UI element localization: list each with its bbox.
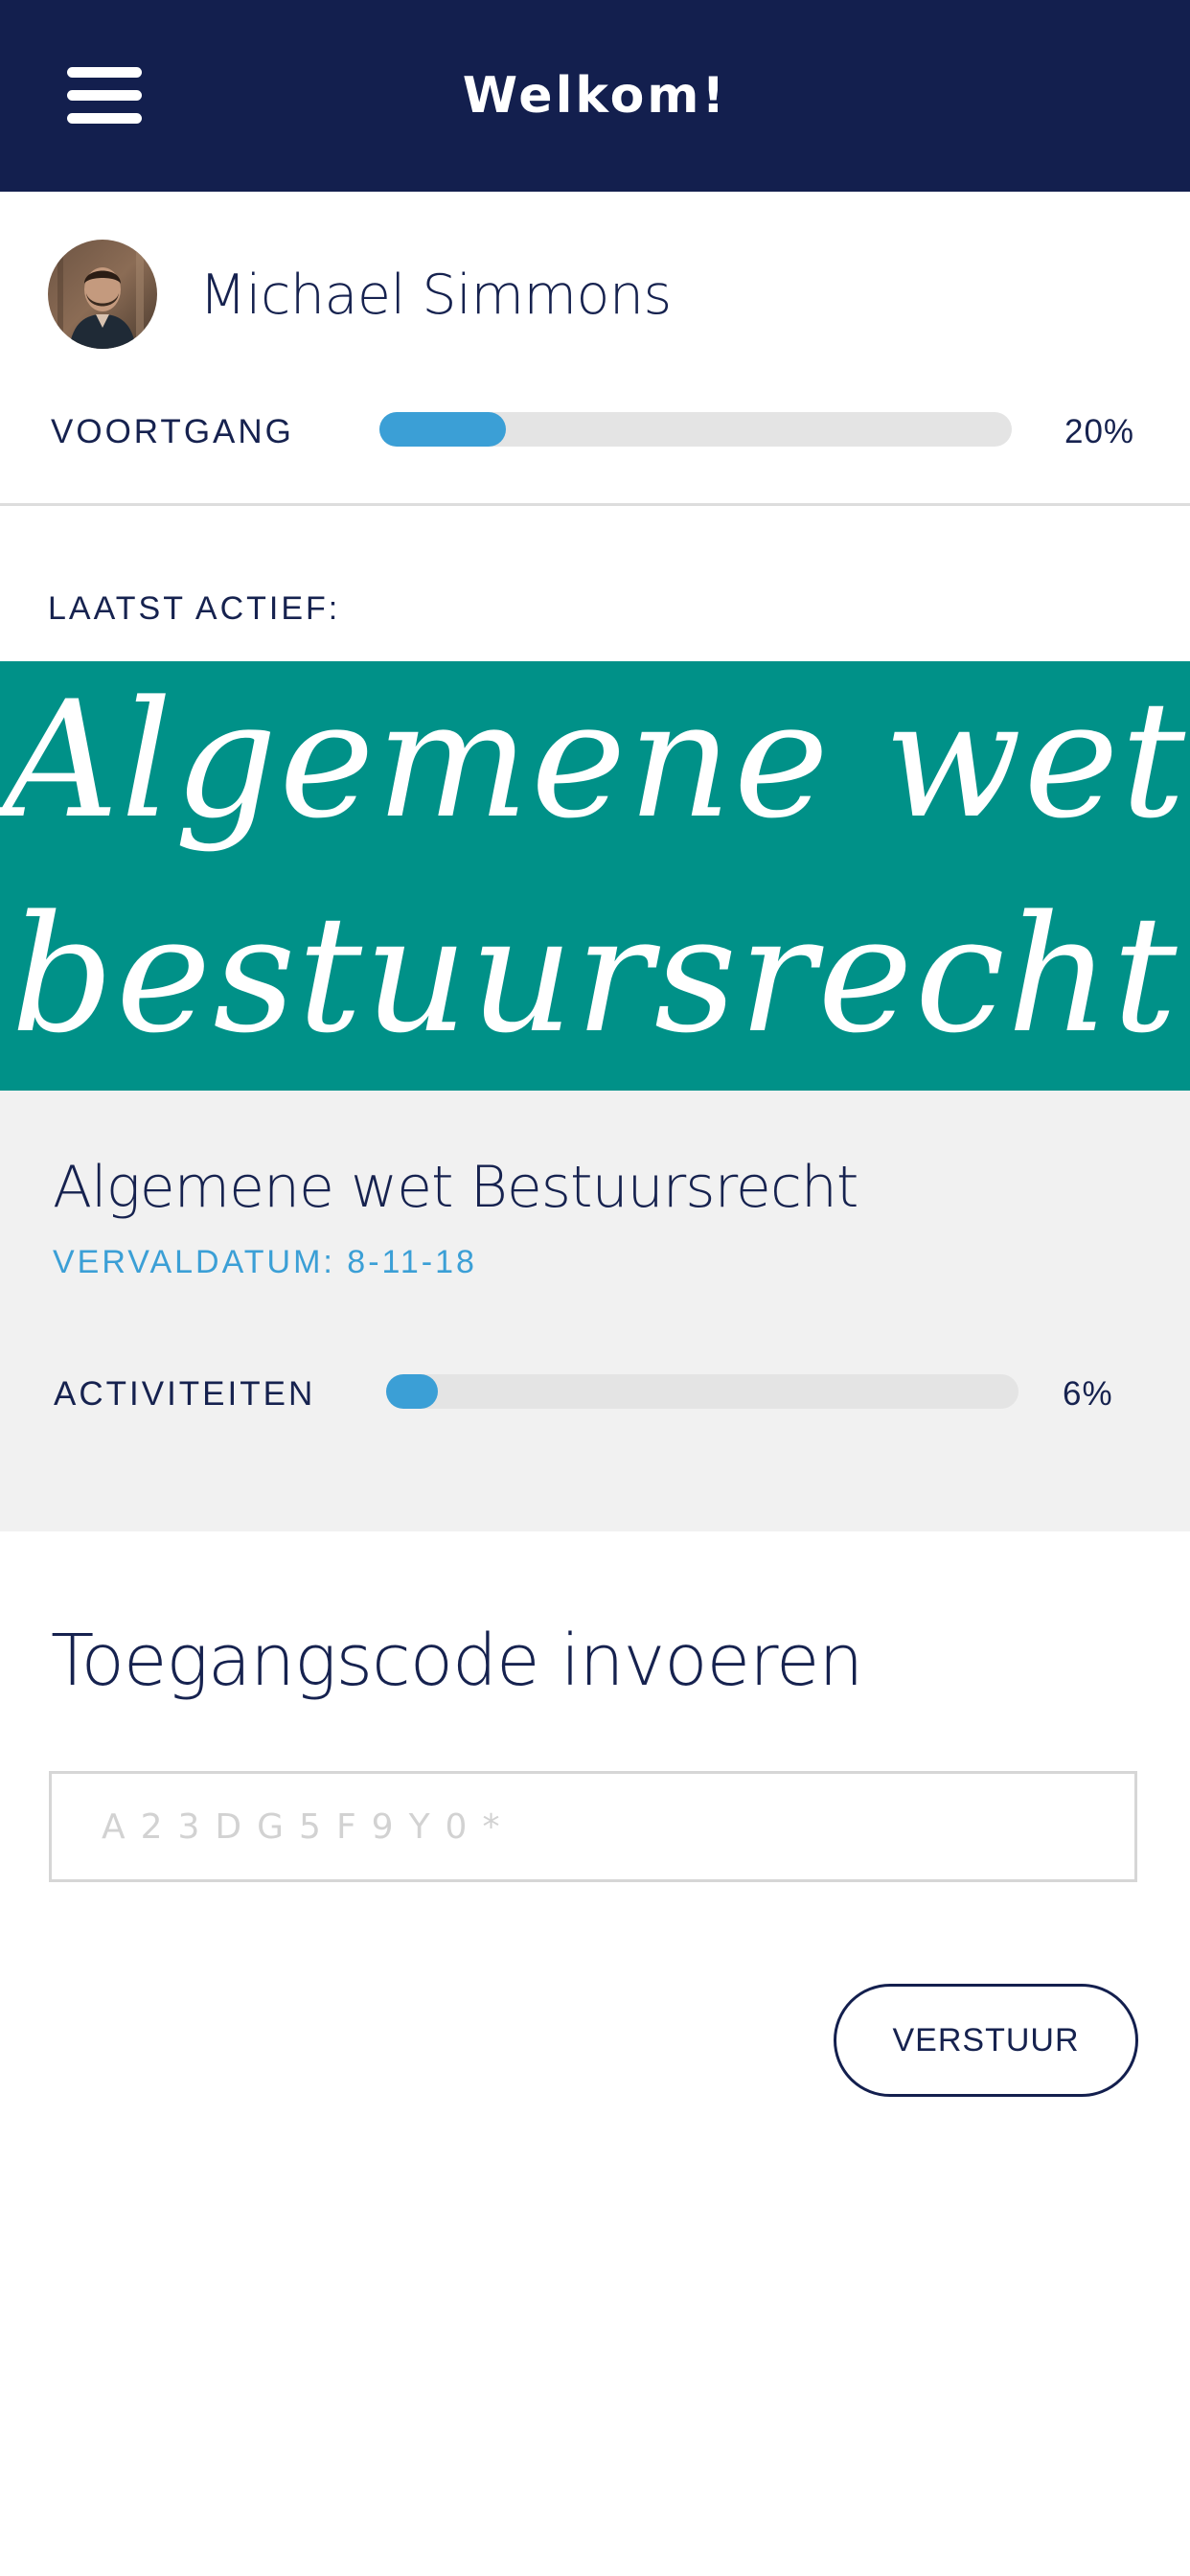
last-active-label: LAATST ACTIEF: <box>48 590 341 627</box>
divider <box>0 503 1190 506</box>
submit-button[interactable]: VERSTUUR <box>834 1984 1138 2097</box>
activities-progress-bar-fill <box>386 1374 438 1409</box>
activities-percentage: 6% <box>1063 1375 1113 1413</box>
app-header: Welkom! <box>0 0 1190 192</box>
banner-title-line-1: Algemene wet <box>2 666 1188 854</box>
progress-bar <box>379 412 1012 447</box>
avatar-photo <box>48 240 157 349</box>
course-due-date: VERVALDATUM: 8-11-18 <box>53 1244 477 1280</box>
progress-bar-fill <box>379 412 506 447</box>
access-code-input[interactable] <box>49 1771 1137 1882</box>
access-code-title: Toegangscode invoeren <box>51 1620 863 1702</box>
progress-percentage: 20% <box>1064 413 1135 450</box>
activities-progress-bar <box>386 1374 1018 1409</box>
course-banner[interactable]: Algemene wet bestuursrecht <box>0 661 1190 1091</box>
progress-label: VOORTGANG <box>51 413 294 450</box>
avatar[interactable] <box>48 240 157 349</box>
activities-label: ACTIVITEITEN <box>54 1375 316 1413</box>
page-title: Welkom! <box>462 67 728 125</box>
user-name: Michael Simmons <box>199 264 672 327</box>
banner-title-line-2: bestuursrecht <box>11 881 1179 1069</box>
course-title[interactable]: Algemene wet Bestuursrecht <box>53 1152 858 1223</box>
